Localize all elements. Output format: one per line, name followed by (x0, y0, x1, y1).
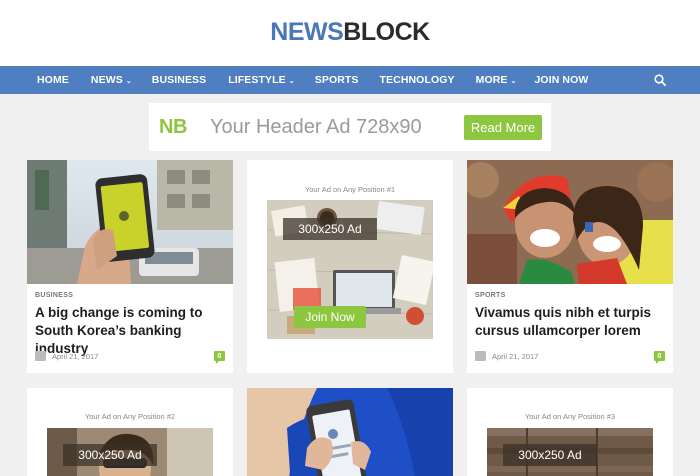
join-now-button[interactable]: Join Now (294, 306, 366, 328)
nav-item-home[interactable]: HOME (37, 66, 69, 94)
nav-item-sports[interactable]: SPORTS (315, 66, 359, 94)
share-icon[interactable] (475, 351, 486, 361)
ad-position-label: Your Ad on Any Position #3 (524, 412, 616, 421)
comment-count-badge[interactable]: 0 (214, 351, 225, 364)
nav-item-label: HOME (37, 74, 69, 86)
article-date: April 21, 2017 (52, 351, 99, 361)
ad-card: Your Ad on Any Position #2 300x250 Ad (27, 388, 233, 476)
nav-item-lifestyle[interactable]: LIFESTYLE ⌄ (228, 66, 294, 94)
search-icon[interactable] (654, 74, 666, 86)
ad-size-label: 300x250 Ad (283, 218, 377, 240)
article-card[interactable]: BUSINESS A big change is coming to South… (27, 160, 233, 373)
article-card[interactable]: SPORTS Vivamus quis nibh et turpis cursu… (467, 160, 673, 373)
article-thumbnail[interactable] (467, 160, 673, 284)
share-icon[interactable] (35, 351, 46, 361)
ad-card: Your Ad on Any Position #1 300x250 Ad Jo… (247, 160, 453, 373)
comment-count-badge[interactable]: 0 (654, 351, 665, 364)
article-meta: April 21, 2017 (475, 351, 538, 361)
nav-item-label: SPORTS (314, 74, 359, 86)
logo-part-block: BLOCK (343, 18, 430, 46)
site-logo[interactable]: NEWSBLOCK (0, 18, 700, 47)
logo-part-news: NEWS (270, 18, 344, 46)
nav-item-more[interactable]: MORE ⌄ (476, 66, 517, 94)
nav-item-technology[interactable]: TECHNOLOGY (380, 66, 455, 94)
nav-item-label: NEWS (90, 74, 123, 86)
nav-item-business[interactable]: BUSINESS (152, 66, 206, 94)
ad-position-label: Your Ad on Any Position #2 (84, 412, 176, 421)
ad-logo: NB (159, 116, 187, 138)
site-header: NEWSBLOCK (0, 0, 700, 66)
nav-item-label: BUSINESS (151, 74, 207, 86)
article-title[interactable]: Vivamus quis nibh et turpis cursus ullam… (475, 304, 669, 340)
article-category[interactable]: SPORTS (475, 292, 506, 299)
chevron-down-icon: ⌄ (288, 77, 295, 85)
article-title[interactable]: A big change is coming to South Korea’s … (35, 304, 229, 358)
ad-size-label: 300x250 Ad (503, 444, 597, 466)
read-more-button[interactable]: Read More (464, 115, 542, 140)
nav-item-join-now[interactable]: JOIN NOW (534, 66, 588, 94)
nav-item-label: JOIN NOW (534, 74, 589, 86)
header-ad-text: Your Header Ad 728x90 (210, 116, 422, 138)
ad-card: Your Ad on Any Position #3 300x250 Ad (467, 388, 673, 476)
chevron-down-icon: ⌄ (510, 77, 517, 85)
article-meta: April 21, 2017 (35, 351, 98, 361)
nav-item-news[interactable]: NEWS ⌄ (91, 66, 132, 94)
article-card[interactable] (247, 388, 453, 476)
header-ad-banner[interactable]: NB Your Header Ad 728x90 Read More (149, 103, 551, 151)
main-navigation: HOME NEWS ⌄ BUSINESS LIFESTYLE ⌄ SPORTS TE… (0, 66, 700, 94)
nav-item-label: MORE (475, 74, 508, 86)
nav-item-label: LIFESTYLE (228, 74, 286, 86)
chevron-down-icon: ⌄ (125, 77, 132, 85)
article-category[interactable]: BUSINESS (35, 292, 73, 299)
nav-item-label: TECHNOLOGY (379, 74, 455, 86)
ad-position-label: Your Ad on Any Position #1 (304, 185, 396, 194)
article-thumbnail[interactable] (27, 160, 233, 284)
ad-size-label: 300x250 Ad (63, 444, 157, 466)
article-date: April 21, 2017 (492, 351, 539, 361)
article-thumbnail[interactable] (247, 388, 453, 476)
